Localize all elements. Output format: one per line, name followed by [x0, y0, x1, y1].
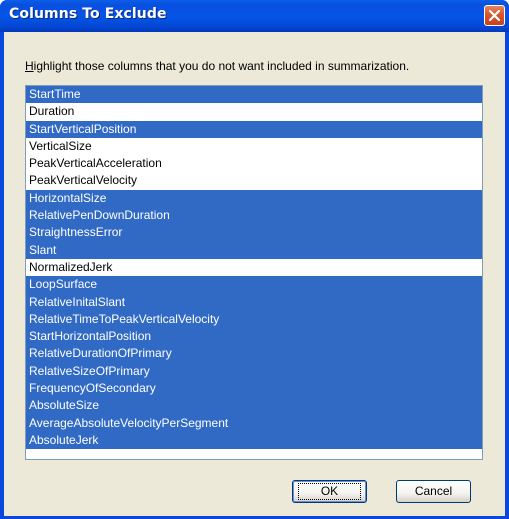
list-item[interactable]: RelativeTimeToPeakVerticalVelocity — [26, 310, 482, 329]
dialog-client-area: Highlight those columns that you do not … — [4, 32, 505, 516]
list-item[interactable]: AbsoluteJerk — [26, 431, 482, 450]
list-item[interactable]: StartVerticalPosition — [26, 120, 482, 138]
list-item[interactable]: PeakVerticalAcceleration — [26, 155, 482, 173]
list-item[interactable]: StartTime — [26, 86, 482, 104]
list-item[interactable]: HorizontalSize — [26, 189, 482, 208]
instruction-text: ighlight those columns that you do not w… — [33, 59, 410, 73]
list-item[interactable]: RelativeInitalSlant — [26, 293, 482, 311]
list-item[interactable]: Duration — [26, 103, 482, 121]
list-item[interactable]: NormalizedJerk — [26, 258, 482, 277]
instruction-label: Highlight those columns that you do not … — [25, 59, 409, 73]
list-item[interactable]: AbsoluteSize — [26, 397, 482, 415]
list-item[interactable]: Slant — [26, 241, 482, 259]
list-item[interactable]: StartHorizontalPosition — [26, 328, 482, 346]
window-title: Columns To Exclude — [9, 6, 167, 22]
list-item[interactable]: RelativePenDownDuration — [26, 207, 482, 225]
list-item[interactable]: FrequencyOfSecondary — [26, 380, 482, 398]
list-item[interactable]: VerticalSize — [26, 137, 482, 156]
list-item[interactable]: RelativeDurationOfPrimary — [26, 345, 482, 363]
columns-listbox[interactable]: StartTime Duration StartVerticalPosition Ve… — [25, 85, 483, 460]
list-item[interactable]: AverageAbsoluteVelocityPerSegment — [26, 414, 482, 432]
ok-button[interactable]: OK — [292, 480, 367, 503]
list-item[interactable]: LoopSurface — [26, 276, 482, 294]
dialog-window: Columns To Exclude Highlight those colum… — [0, 0, 509, 519]
list-item[interactable]: StraightnessError — [26, 224, 482, 242]
title-bar[interactable]: Columns To Exclude — [0, 0, 509, 32]
cancel-button[interactable]: Cancel — [396, 480, 471, 503]
instruction-accelerator: H — [25, 59, 34, 73]
ok-button-label: OK — [297, 483, 362, 500]
close-icon — [489, 10, 500, 21]
list-item[interactable]: RelativeSizeOfPrimary — [26, 362, 482, 381]
close-button[interactable] — [484, 5, 505, 26]
list-item[interactable]: PeakVerticalVelocity — [26, 172, 482, 190]
